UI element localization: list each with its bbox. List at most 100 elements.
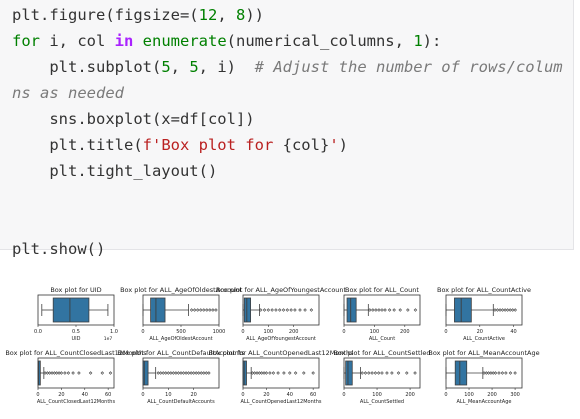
- outlier-point: [497, 371, 501, 375]
- code-line: plt.show(): [12, 236, 572, 262]
- outlier-point: [370, 371, 374, 375]
- outlier-point: [413, 371, 417, 375]
- outlier-point: [387, 308, 392, 312]
- x-axis-label: ALL_CountSettled: [360, 399, 404, 405]
- outlier-point: [380, 371, 384, 375]
- x-tick-label: 40: [82, 392, 88, 398]
- code-token: (numerical_columns,: [226, 32, 414, 50]
- outlier-point: [274, 308, 278, 312]
- x-tick-label: 0.5: [72, 329, 80, 335]
- subplot-title: Box plot for ALL_Count: [345, 286, 419, 294]
- code-token: ):: [422, 32, 442, 50]
- outlier-point: [271, 371, 276, 375]
- outlier-point: [211, 308, 215, 312]
- x-tick-label: 60: [105, 392, 111, 398]
- x-axis-label: ALL_CountActive: [463, 336, 505, 342]
- outlier-point: [396, 371, 401, 375]
- code-token: in: [114, 32, 134, 50]
- outlier-point: [376, 371, 381, 375]
- subplot: Box plot for ALL_CountDefaultAccounts0 10…: [117, 349, 245, 405]
- outlier-point: [199, 308, 203, 312]
- x-tick-label: 0: [342, 392, 345, 398]
- x-tick-label: 40: [510, 329, 516, 335]
- outlier-point: [66, 371, 71, 375]
- outlier-point: [367, 371, 371, 375]
- x-tick-label: 0: [36, 392, 39, 398]
- box: [52, 297, 90, 323]
- subplot-title: Box plot for ALL_CountOpenedLast12Months: [209, 349, 355, 357]
- subplot: Box plot for ALL_Count 0 100 200 ALL_Count: [342, 286, 421, 342]
- box: [454, 360, 468, 386]
- x-tick-label: 20: [263, 392, 269, 398]
- code-token: ): [338, 136, 348, 154]
- code-block: plt.figure(figsize=(12, 8)) for i, col in…: [12, 2, 572, 262]
- outlier-point: [288, 371, 292, 375]
- x-tick-label: 100: [464, 392, 474, 398]
- code-token: i, col: [40, 32, 115, 50]
- outlier-point: [380, 308, 384, 312]
- code-token: plt.tight_layout(): [12, 162, 218, 180]
- outlier-point: [195, 308, 200, 312]
- outlier-point: [281, 308, 286, 312]
- outlier-point: [268, 371, 272, 375]
- outlier-point: [202, 308, 206, 312]
- x-tick-label: 20: [477, 329, 483, 335]
- x-tick-label: 100: [264, 329, 274, 335]
- code-token: plt.show(): [12, 240, 106, 258]
- subplot: Box plot for ALL_CountActive 0 20 40 ALL_Cou…: [437, 286, 531, 342]
- outlier-point: [504, 371, 508, 375]
- outlier-point: [390, 371, 394, 375]
- x-tick-label: 0.0: [34, 329, 42, 335]
- code-token: for: [12, 32, 40, 50]
- x-tick-label: 20: [190, 392, 196, 398]
- box: [242, 360, 247, 386]
- outlier-point: [270, 308, 274, 312]
- outlier-point: [392, 308, 396, 312]
- outlier-point: [214, 308, 218, 312]
- x-tick-label: 1000: [213, 329, 226, 335]
- x-axis-label: ALL_AgeOfOldestAccount: [149, 336, 212, 342]
- outlier-point: [508, 371, 513, 375]
- outlier-point: [207, 371, 211, 375]
- outlier-point: [377, 308, 381, 312]
- outlier-point: [405, 371, 409, 375]
- outlier-point: [77, 371, 81, 375]
- code-token: plt.figure(figsize=(: [12, 6, 199, 24]
- outlier-point: [71, 371, 75, 375]
- code-line: ns as needed: [12, 80, 572, 106]
- outlier-point: [360, 371, 364, 375]
- x-axis-label: ALL_MeanAccountAge: [457, 399, 512, 405]
- subplot-title: Box plot for ALL_CountSettled: [333, 349, 430, 357]
- box: [346, 297, 357, 323]
- x-tick-label: 10: [165, 392, 171, 398]
- x-axis-label: ALL_CountOpenedLast12Months: [241, 399, 322, 405]
- subplot: Box plot for ALL_MeanAccountAge 0 100 200 30…: [428, 349, 539, 405]
- code-line: sns.boxplot(x=df[col]): [12, 106, 572, 132]
- x-tick-label: 40: [287, 392, 293, 398]
- outlier-point: [311, 371, 315, 375]
- boxplot-grid: Box plot for UID0.0 0.5 1.01e7UIDBox plot …: [5, 286, 539, 405]
- outlier-point: [493, 371, 498, 375]
- x-tick-label: 200: [400, 329, 410, 335]
- code-token: {col}: [282, 136, 330, 154]
- outlier-point: [398, 308, 402, 312]
- outlier-point: [285, 308, 290, 312]
- outlier-point: [192, 308, 197, 312]
- box: [243, 297, 251, 323]
- subplot: Box plot for ALL_CountSettled 0 100 200ALL_…: [333, 349, 430, 405]
- x-tick-label: 100: [372, 392, 382, 398]
- code-token: ,: [217, 6, 236, 24]
- code-cell: plt.figure(figsize=(12, 8)) for i, col in…: [0, 0, 574, 258]
- subplot-title: Box plot for ALL_AgeOfYoungestAccount: [216, 286, 347, 294]
- outlier-point: [278, 308, 282, 312]
- code-token: 8: [235, 6, 246, 24]
- outlier-point: [293, 308, 297, 312]
- x-tick-label: 0: [141, 329, 144, 335]
- boxplot-figure: Box plot for UID 0.0 0.5 1.0 1e7 UID Box plot …: [0, 270, 580, 415]
- outlier-point: [63, 371, 67, 375]
- x-tick-label: 300: [510, 392, 520, 398]
- code-token: )): [245, 6, 264, 24]
- code-token: ,: [170, 58, 190, 76]
- outlier-point: [189, 308, 194, 312]
